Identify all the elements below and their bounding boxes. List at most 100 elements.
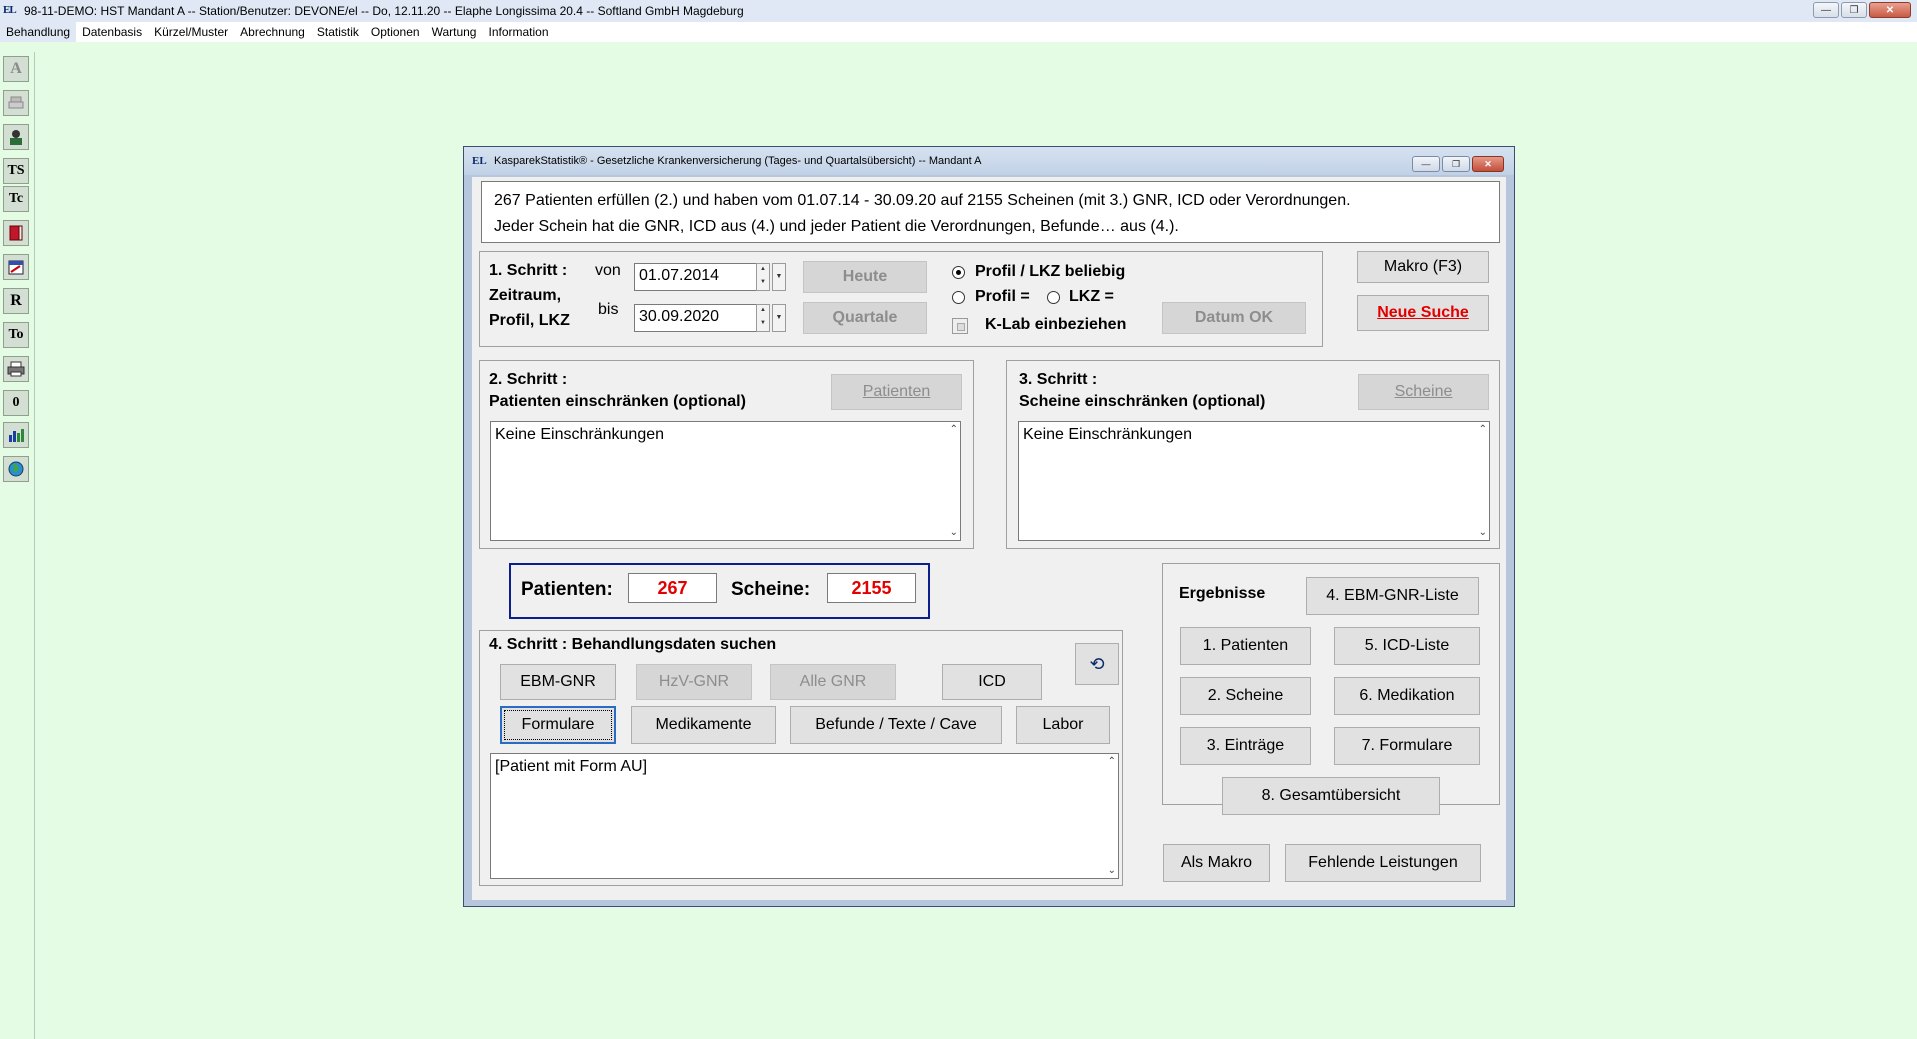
scroll-down-icon[interactable]: ⌄ <box>1108 865 1116 876</box>
scroll-down-icon[interactable]: ⌄ <box>950 527 958 538</box>
step2-group: 2. Schritt : Patienten einschränken (opt… <box>479 360 974 549</box>
patienten-filter-textarea[interactable]: Keine Einschränkungen ⌃ ⌄ <box>490 421 961 541</box>
menu-information[interactable]: Information <box>482 22 554 42</box>
date-from-input[interactable]: 01.07.2014 <box>634 263 758 291</box>
minimize-icon[interactable]: — <box>1813 2 1839 18</box>
result-formulare-button[interactable]: 7. Formulare <box>1334 727 1480 765</box>
menu-statistik[interactable]: Statistik <box>311 22 365 42</box>
date-from-dropdown-icon[interactable]: ▼ <box>772 263 786 291</box>
labor-button[interactable]: Labor <box>1016 706 1110 744</box>
spin-down-icon[interactable]: ▼ <box>757 318 769 331</box>
close-icon[interactable]: ✕ <box>1869 2 1911 18</box>
heute-button[interactable]: Heute <box>803 261 927 293</box>
befunde-texte-cave-button[interactable]: Befunde / Texte / Cave <box>790 706 1002 744</box>
hzv-gnr-button[interactable]: HzV-GNR <box>636 664 752 700</box>
date-to-input[interactable]: 30.09.2020 <box>634 304 758 332</box>
step2-title: 2. Schritt : <box>489 371 568 388</box>
bis-label: bis <box>598 301 619 318</box>
neue-suche-button[interactable]: Neue Suche <box>1357 295 1489 331</box>
toolbar-to-button[interactable]: To <box>3 322 29 348</box>
scroll-up-icon[interactable]: ⌃ <box>950 424 958 435</box>
doctor-icon[interactable] <box>3 124 29 150</box>
lkz-eq-radio[interactable] <box>1047 291 1060 304</box>
printer-disabled-icon[interactable] <box>3 90 29 116</box>
spin-up-icon[interactable]: ▲ <box>757 264 769 277</box>
scheine-filter-textarea[interactable]: Keine Einschränkungen ⌃ ⌄ <box>1018 421 1490 541</box>
medikamente-button[interactable]: Medikamente <box>631 706 776 744</box>
klab-checkbox[interactable] <box>952 318 968 334</box>
book-icon[interactable] <box>3 220 29 246</box>
undo-icon[interactable]: ⟲ <box>1075 643 1119 685</box>
restore-icon[interactable]: ❐ <box>1841 2 1867 18</box>
menu-kuerzel-muster[interactable]: Kürzel/Muster <box>148 22 234 42</box>
profil-beliebig-radio[interactable] <box>952 266 965 279</box>
info-summary-box: 267 Patienten erfüllen (2.) und haben vo… <box>481 181 1500 243</box>
formulare-button[interactable]: Formulare <box>500 706 616 744</box>
patienten-count-label: Patienten: <box>521 579 613 600</box>
info-line-2: Jeder Schein hat die GNR, ICD aus (4.) u… <box>494 218 1179 235</box>
patienten-filter-button[interactable]: Patienten <box>831 374 962 410</box>
icd-button[interactable]: ICD <box>942 664 1042 700</box>
als-makro-button[interactable]: Als Makro <box>1163 844 1270 882</box>
ebm-gnr-button[interactable]: EBM-GNR <box>500 664 616 700</box>
info-line-1: 267 Patienten erfüllen (2.) und haben vo… <box>494 192 1351 209</box>
gesamtuebersicht-button[interactable]: 8. Gesamtübersicht <box>1222 777 1440 815</box>
statistik-dialog: EL KasparekStatistik® - Gesetzliche Kran… <box>463 146 1515 907</box>
menu-optionen[interactable]: Optionen <box>365 22 426 42</box>
menu-wartung[interactable]: Wartung <box>426 22 483 42</box>
alle-gnr-button[interactable]: Alle GNR <box>770 664 896 700</box>
quartale-button[interactable]: Quartale <box>803 302 927 334</box>
profil-eq-label: Profil = <box>975 288 1030 305</box>
scroll-up-icon[interactable]: ⌃ <box>1479 424 1487 435</box>
toolbar-zero-button[interactable]: 0 <box>3 390 29 416</box>
toolbar-r-button[interactable]: R <box>3 288 29 314</box>
result-patienten-button[interactable]: 1. Patienten <box>1180 627 1311 665</box>
toolbar-a-button[interactable]: A <box>3 56 29 82</box>
datum-ok-button[interactable]: Datum OK <box>1162 302 1306 334</box>
globe-icon[interactable] <box>3 456 29 482</box>
step1-group: 1. Schritt : Zeitraum, Profil, LKZ von b… <box>479 251 1323 347</box>
spin-down-icon[interactable]: ▼ <box>757 277 769 290</box>
calendar-icon[interactable] <box>3 254 29 280</box>
lkz-eq-label: LKZ = <box>1069 288 1114 305</box>
chart-icon[interactable] <box>3 422 29 448</box>
dialog-minimize-icon[interactable]: — <box>1412 156 1440 172</box>
date-to-dropdown-icon[interactable]: ▼ <box>772 304 786 332</box>
menu-datenbasis[interactable]: Datenbasis <box>76 22 148 42</box>
medikation-button[interactable]: 6. Medikation <box>1334 677 1480 715</box>
scheine-count-value: 2155 <box>827 573 916 603</box>
dialog-close-icon[interactable]: ✕ <box>1472 156 1504 172</box>
patienten-filter-text: Keine Einschränkungen <box>495 426 665 443</box>
menu-abrechnung[interactable]: Abrechnung <box>234 22 311 42</box>
fehlende-leistungen-button[interactable]: Fehlende Leistungen <box>1285 844 1481 882</box>
menu-behandlung[interactable]: Behandlung <box>0 22 77 42</box>
ebm-gnr-liste-button[interactable]: 4. EBM-GNR-Liste <box>1306 577 1479 615</box>
icd-liste-button[interactable]: 5. ICD-Liste <box>1334 627 1480 665</box>
dialog-window-controls: — ❐ ✕ <box>1412 156 1504 172</box>
dialog-logo-icon: EL <box>472 155 487 167</box>
printer-icon[interactable] <box>3 356 29 382</box>
step2-subtitle: Patienten einschränken (optional) <box>489 393 746 410</box>
result-scheine-button[interactable]: 2. Scheine <box>1180 677 1311 715</box>
klab-label: K-Lab einbeziehen <box>985 316 1127 333</box>
date-to-spinner[interactable]: ▲ ▼ <box>756 304 770 332</box>
spin-up-icon[interactable]: ▲ <box>757 305 769 318</box>
toolbar-tc-button[interactable]: Tc <box>3 186 29 212</box>
makro-f3-button[interactable]: Makro (F3) <box>1357 251 1489 283</box>
profil-eq-radio[interactable] <box>952 291 965 304</box>
patienten-count-value: 267 <box>628 573 717 603</box>
step3-title: 3. Schritt : <box>1019 371 1098 388</box>
dialog-titlebar: EL KasparekStatistik® - Gesetzliche Kran… <box>464 147 1514 175</box>
scheine-filter-button[interactable]: Scheine <box>1358 374 1489 410</box>
toolbar-ts-button[interactable]: TS <box>3 158 29 184</box>
scroll-up-icon[interactable]: ⌃ <box>1108 756 1116 767</box>
dialog-restore-icon[interactable]: ❐ <box>1442 156 1470 172</box>
window-controls: — ❐ ✕ <box>1813 2 1911 18</box>
date-from-spinner[interactable]: ▲ ▼ <box>756 263 770 291</box>
app-titlebar: EL 98-11-DEMO: HST Mandant A -- Station/… <box>0 0 1917 23</box>
scroll-down-icon[interactable]: ⌄ <box>1479 527 1487 538</box>
behandlungsdaten-text: [Patient mit Form AU] <box>495 758 648 775</box>
behandlungsdaten-textarea[interactable]: [Patient mit Form AU] ⌃ ⌄ <box>490 753 1119 879</box>
ergebnisse-group: Ergebnisse 4. EBM-GNR-Liste 1. Patienten… <box>1162 563 1500 815</box>
eintraege-button[interactable]: 3. Einträge <box>1180 727 1311 765</box>
